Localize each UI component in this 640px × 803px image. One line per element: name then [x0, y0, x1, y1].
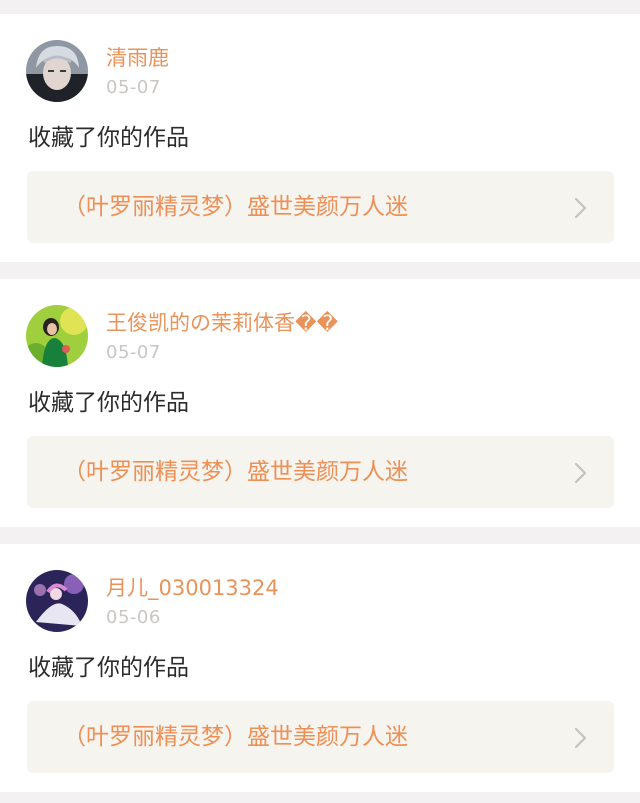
work-link[interactable]: （叶罗丽精灵梦）盛世美颜万人迷 [27, 171, 614, 243]
notification-feed: 清雨鹿 05-07 收藏了你的作品 （叶罗丽精灵梦）盛世美颜万人迷 王俊凯的の茉… [0, 0, 640, 803]
action-text: 收藏了你的作品 [28, 390, 189, 416]
username[interactable]: 清雨鹿 [106, 44, 169, 72]
timestamp: 05-06 [106, 607, 161, 628]
work-link[interactable]: （叶罗丽精灵梦）盛世美颜万人迷 [27, 436, 614, 508]
work-link[interactable]: （叶罗丽精灵梦）盛世美颜万人迷 [27, 701, 614, 773]
chevron-right-icon [572, 462, 590, 484]
notification-card: 王俊凯的の茉莉体香�� 05-07 收藏了你的作品 （叶罗丽精灵梦）盛世美颜万人… [0, 279, 640, 527]
notification-card: 月儿_030013324 05-06 收藏了你的作品 （叶罗丽精灵梦）盛世美颜万… [0, 544, 640, 792]
avatar-icon [26, 305, 88, 367]
timestamp: 05-07 [106, 342, 161, 363]
avatar-icon [26, 40, 88, 102]
action-text: 收藏了你的作品 [28, 655, 189, 681]
username[interactable]: 月儿_030013324 [106, 574, 279, 602]
timestamp: 05-07 [106, 77, 161, 98]
action-text: 收藏了你的作品 [28, 125, 189, 151]
notification-card: 清雨鹿 05-07 收藏了你的作品 （叶罗丽精灵梦）盛世美颜万人迷 [0, 14, 640, 262]
avatar[interactable] [26, 305, 88, 367]
work-title: （叶罗丽精灵梦）盛世美颜万人迷 [63, 459, 408, 485]
username[interactable]: 王俊凯的の茉莉体香�� [106, 309, 338, 337]
avatar[interactable] [26, 40, 88, 102]
work-title: （叶罗丽精灵梦）盛世美颜万人迷 [63, 724, 408, 750]
avatar[interactable] [26, 570, 88, 632]
work-title: （叶罗丽精灵梦）盛世美颜万人迷 [63, 194, 408, 220]
avatar-icon [26, 570, 88, 632]
chevron-right-icon [572, 727, 590, 749]
chevron-right-icon [572, 197, 590, 219]
